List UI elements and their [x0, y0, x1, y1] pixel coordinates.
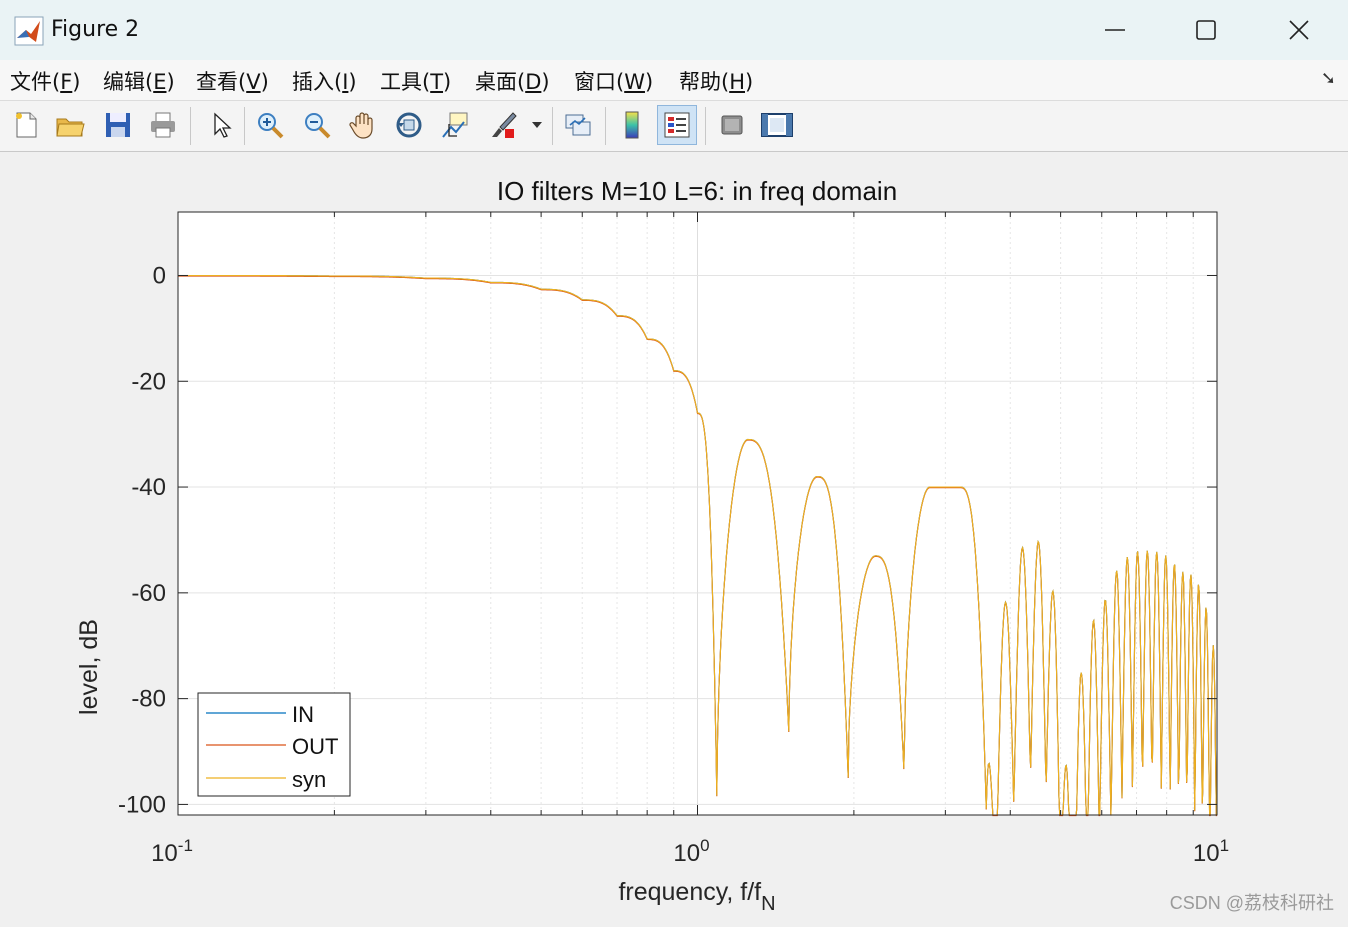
toolbar-separator	[244, 107, 245, 145]
save-icon	[106, 113, 130, 137]
figure-toolbar	[0, 101, 1348, 152]
rotate-3d-icon	[396, 112, 422, 138]
open-folder-icon	[56, 118, 85, 137]
brush-button[interactable]	[483, 105, 523, 145]
brush-dropdown[interactable]	[526, 105, 548, 145]
zoom-out-button[interactable]	[297, 105, 337, 145]
show-plot-tools-icon	[761, 113, 793, 137]
minimize-button[interactable]	[1085, 8, 1145, 52]
watermark-text: CSDN @荔枝科研社	[1169, 893, 1334, 913]
close-icon	[1289, 20, 1309, 40]
menu-edit[interactable]: 编辑(E)	[103, 66, 175, 96]
new-figure-icon	[16, 112, 37, 138]
legend-button[interactable]	[657, 105, 697, 145]
edit-plot-button[interactable]	[200, 105, 240, 145]
zoom-in-button[interactable]	[250, 105, 290, 145]
toolbar-separator	[190, 107, 191, 145]
zoom-out-icon	[305, 113, 331, 139]
print-figure-button[interactable]	[143, 105, 183, 145]
x-tick-label-exponent: 0	[700, 836, 709, 855]
toolbar-separator	[552, 107, 553, 145]
x-axis-label-text: frequency, f/f	[618, 878, 761, 906]
window-title: Figure 2	[51, 17, 140, 42]
x-tick-label-base: 10	[673, 840, 700, 867]
chart-title: IO filters M=10 L=6: in freq domain	[497, 176, 897, 206]
x-tick-label-exponent: 1	[1220, 836, 1229, 855]
legend-label-out: OUT	[292, 734, 338, 759]
pan-button[interactable]	[343, 105, 383, 145]
show-plot-tools-button[interactable]	[757, 105, 797, 145]
x-tick-label-exponent: -1	[178, 836, 193, 855]
toolbar-separator	[605, 107, 606, 145]
y-tick-label: -80	[131, 686, 166, 713]
hide-plot-tools-button[interactable]	[712, 105, 752, 145]
menu-file[interactable]: 文件(F)	[10, 66, 81, 96]
y-tick-label: -40	[131, 474, 166, 501]
link-plot-icon	[565, 114, 591, 136]
dropdown-arrow-icon	[532, 122, 542, 128]
menu-help[interactable]: 帮助(H)	[679, 66, 753, 96]
menu-insert[interactable]: 插入(I)	[292, 66, 357, 96]
legend-icon	[664, 112, 690, 138]
colorbar-icon	[625, 111, 639, 139]
save-figure-button[interactable]	[98, 105, 138, 145]
pan-hand-icon	[349, 112, 373, 139]
zoom-in-icon	[258, 113, 284, 139]
y-axis-label: level, dB	[75, 619, 103, 715]
x-axis-label: frequency, f/fN	[618, 878, 775, 915]
frequency-response-chart: 10-1 100 1010-20-40-60-80-100 IO filters M…	[75, 176, 1229, 915]
x-tick-label: 100	[673, 836, 709, 867]
maximize-icon	[1196, 20, 1216, 40]
x-axis-label-subscript: N	[761, 893, 775, 915]
data-cursor-icon	[442, 112, 468, 138]
y-tick-label: -60	[131, 580, 166, 607]
maximize-button[interactable]	[1176, 8, 1236, 52]
hide-plot-tools-icon	[721, 115, 743, 135]
window-titlebar: Figure 2	[0, 0, 1348, 60]
y-tick-label: 0	[153, 262, 166, 289]
brush-icon	[492, 112, 517, 138]
menu-desktop[interactable]: 桌面(D)	[475, 66, 550, 96]
menu-tools[interactable]: 工具(T)	[380, 66, 451, 96]
legend-label-syn: syn	[292, 767, 326, 792]
x-tick-label: 10-1	[151, 836, 193, 867]
print-icon	[151, 112, 175, 138]
dock-arrow-icon[interactable]: ➘	[1321, 68, 1336, 89]
y-tick-label: -20	[131, 368, 166, 395]
link-plot-button[interactable]	[558, 105, 598, 145]
data-cursor-button[interactable]	[435, 105, 475, 145]
rotate-3d-button[interactable]	[389, 105, 429, 145]
menu-window[interactable]: 窗口(W)	[574, 66, 653, 96]
minimize-icon	[1105, 29, 1125, 31]
open-file-button[interactable]	[50, 105, 90, 145]
colorbar-button[interactable]	[612, 105, 652, 145]
legend-label-in: IN	[292, 702, 314, 727]
x-tick-label: 101	[1193, 836, 1229, 867]
close-button[interactable]	[1269, 8, 1329, 52]
pointer-icon	[214, 112, 232, 138]
new-figure-button[interactable]	[6, 105, 46, 145]
matlab-logo-icon	[14, 16, 44, 46]
y-tick-label: -100	[118, 791, 166, 818]
menu-bar: 文件(F) 编辑(E) 查看(V) 插入(I) 工具(T) 桌面(D) 窗口(W…	[0, 60, 1348, 101]
figure-canvas: 10-1 100 101 0 -20 -40 -60 -80 -100 IO filters M…	[0, 152, 1348, 923]
toolbar-separator	[705, 107, 706, 145]
x-tick-label-base: 10	[1193, 840, 1220, 867]
legend[interactable]: IN OUT syn	[197, 692, 351, 797]
x-tick-label-base: 10	[151, 840, 178, 867]
menu-view[interactable]: 查看(V)	[196, 66, 269, 96]
